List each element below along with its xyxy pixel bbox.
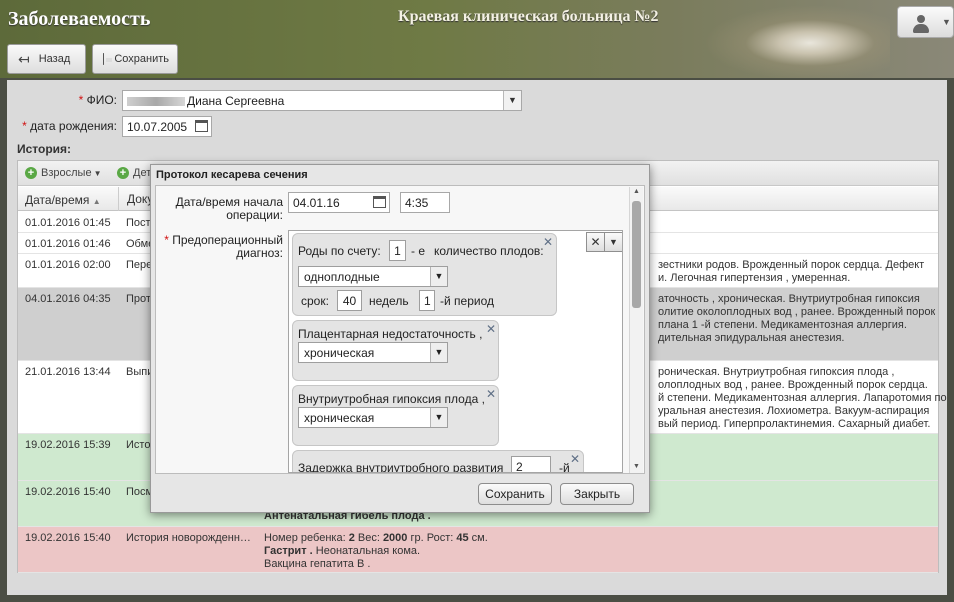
diagnosis-card-hypoxia: ✕ Внутриутробная гипоксия плода , хронич… — [292, 385, 499, 446]
period-label: -й период — [440, 294, 494, 308]
app-title: Заболеваемость — [8, 8, 151, 30]
diagnosis-card-births: ✕ Роды по счету: 1 - е количество плодов… — [292, 233, 557, 316]
save-button-label: Сохранить — [114, 53, 169, 65]
fetus-select[interactable]: одноплодные ▼ — [298, 266, 448, 287]
placental-select[interactable]: хроническая ▼ — [298, 342, 448, 363]
user-icon — [912, 15, 930, 33]
diagnosis-list[interactable]: ✕ ▼ ✕ Роды по счету: 1 - е количество пл… — [288, 230, 623, 473]
dialog-scrollbar[interactable]: ▲ ▼ — [629, 187, 643, 473]
growth-degree-suffix: -й — [559, 461, 570, 473]
hypoxia-title: Внутриутробная гипоксия плода , — [298, 392, 485, 406]
cesarean-protocol-dialog: Протокол кесарева сечения Дата/время нач… — [150, 164, 650, 513]
dialog-title: Протокол кесарева сечения — [156, 169, 308, 181]
table-row[interactable]: 19.02.2016 15:40 История новорожденн… Ном… — [18, 527, 938, 573]
chevron-down-icon: ▼ — [430, 267, 447, 286]
back-button[interactable]: ↤ Назад — [7, 44, 86, 74]
add-icon: + — [117, 167, 129, 179]
children-button[interactable]: + Дет — [117, 167, 151, 179]
clear-icon[interactable]: ✕ — [586, 232, 605, 252]
births-input[interactable]: 1 — [389, 240, 406, 261]
birth-date-value: 10.07.2005 — [127, 120, 188, 134]
user-menu-button[interactable]: ▼ — [897, 6, 954, 38]
chevron-down-icon[interactable]: ▼ — [604, 232, 622, 252]
back-button-label: Назад — [38, 53, 71, 65]
calendar-icon[interactable] — [373, 196, 386, 208]
scroll-up-icon[interactable]: ▲ — [633, 188, 640, 195]
placental-title: Плацентарная недостаточность , — [298, 327, 483, 341]
fio-field[interactable]: Диана Сергеевна ▼ — [122, 90, 522, 111]
fetus-label: количество плодов: — [434, 244, 544, 258]
adults-button[interactable]: + Взрослые ▼ — [25, 167, 101, 179]
remove-icon[interactable]: ✕ — [570, 452, 580, 466]
calendar-icon[interactable] — [195, 120, 208, 132]
scrollbar-thumb[interactable] — [632, 201, 641, 308]
hypoxia-select[interactable]: хроническая ▼ — [298, 407, 448, 428]
blurred-surname — [127, 97, 185, 107]
period-input[interactable]: 1 — [419, 290, 435, 311]
fio-value: Диана Сергеевна — [187, 94, 285, 108]
fio-label: * ФИО: — [78, 93, 117, 107]
growth-title: Задержка внутриутробного развития — [298, 461, 504, 473]
remove-icon[interactable]: ✕ — [486, 387, 496, 401]
start-datetime-label: Дата/время начала операции: — [175, 195, 283, 222]
remove-icon[interactable]: ✕ — [543, 235, 553, 249]
back-arrow-icon: ↤ — [18, 50, 30, 67]
start-date-field[interactable]: 04.01.16 — [288, 192, 390, 213]
app-header: Заболеваемость Краевая клиническая больн… — [0, 0, 954, 78]
scroll-down-icon[interactable]: ▼ — [633, 463, 640, 470]
col-datetime[interactable]: Дата/время ▲ — [25, 193, 101, 207]
growth-degree-input[interactable]: 2 — [511, 456, 551, 472]
dialog-body: Дата/время начала операции: 04.01.16 4:3… — [155, 185, 645, 474]
col-document[interactable]: Доку — [118, 187, 153, 211]
diagnosis-label: * Предоперационный диагноз: — [164, 233, 283, 260]
weeks-label: недель — [369, 294, 409, 308]
dialog-close-button[interactable]: Закрыть — [560, 483, 634, 505]
chevron-down-icon: ▼ — [942, 17, 951, 27]
start-date-value: 04.01.16 — [293, 196, 340, 210]
diagnosis-card-growth: ✕ Задержка внутриутробного развития 2 -й — [292, 450, 584, 473]
chevron-down-icon: ▼ — [430, 408, 447, 427]
remove-icon[interactable]: ✕ — [486, 322, 496, 336]
add-icon: + — [25, 167, 37, 179]
start-time-field[interactable]: 4:35 — [400, 192, 450, 213]
save-icon — [103, 53, 115, 65]
dialog-save-button[interactable]: Сохранить — [478, 483, 552, 505]
diagnosis-card-placental: ✕ Плацентарная недостаточность , хрониче… — [292, 320, 499, 381]
births-label: Роды по счету: — [298, 244, 381, 258]
chevron-down-icon[interactable]: ▼ — [503, 91, 521, 110]
births-suffix: - е — [411, 244, 426, 258]
history-label: История: — [17, 142, 72, 156]
birth-label: * дата рождения: — [22, 119, 117, 133]
header-decoration — [690, 0, 890, 78]
hospital-name: Краевая клиническая больница №2 — [398, 8, 659, 25]
birth-date-field[interactable]: 10.07.2005 — [122, 116, 212, 137]
term-label: срок: — [301, 294, 329, 308]
chevron-down-icon: ▼ — [430, 343, 447, 362]
term-input[interactable]: 40 — [337, 290, 362, 311]
save-button[interactable]: Сохранить — [92, 44, 178, 74]
